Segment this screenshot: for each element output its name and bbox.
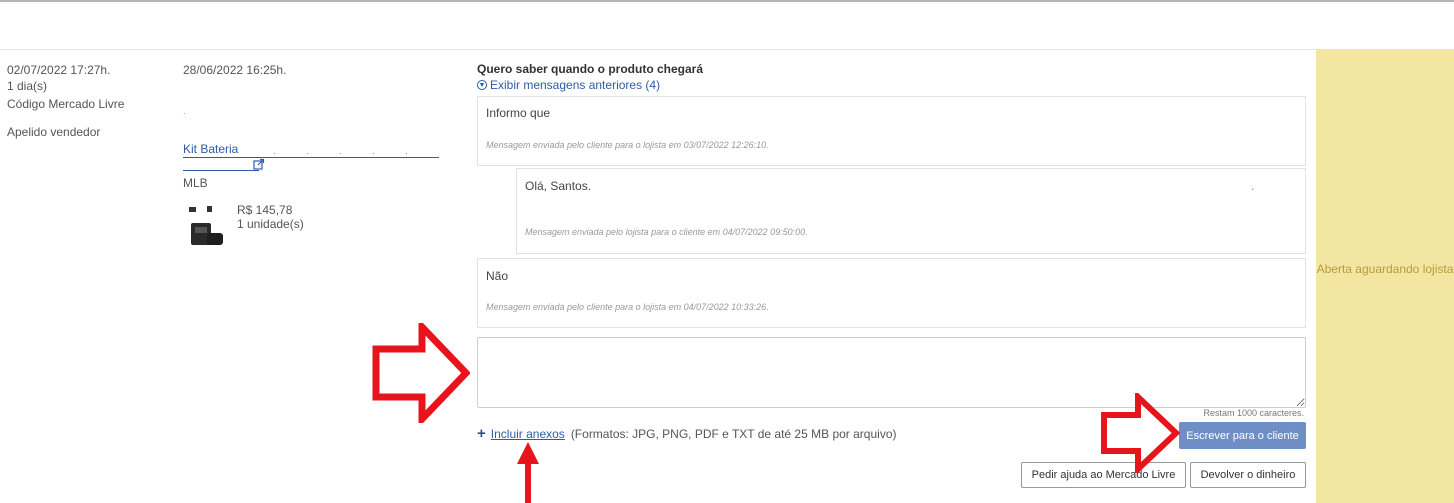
- purchase-info-column: 28/06/2022 16:25h. . Kit Bateria ····· M…: [183, 62, 439, 245]
- product-link-block[interactable]: Kit Bateria ·····: [183, 142, 439, 171]
- message-text: Olá, Santos.: [525, 179, 592, 193]
- arrow-up-icon: [517, 442, 539, 503]
- message-meta: Mensagem enviada pelo cliente para o loj…: [486, 140, 769, 150]
- message-meta: Mensagem enviada pelo lojista para o cli…: [525, 227, 808, 237]
- status-text: Aberta aguardando lojista: [1316, 262, 1454, 276]
- order-info-column: 02/07/2022 17:27h. 1 dia(s) Código Merca…: [7, 62, 124, 140]
- include-attachments-link[interactable]: Incluir anexos: [491, 427, 565, 441]
- attachment-formats-hint: (Formatos: JPG, PNG, PDF e TXT de até 25…: [570, 427, 897, 441]
- price-block: R$ 145,78 1 unidade(s): [237, 203, 304, 231]
- product-link-underline: [183, 157, 439, 158]
- message-client-1: Informo que Mensagem enviada pelo client…: [477, 96, 1306, 166]
- top-border: [0, 0, 1454, 2]
- reply-textarea[interactable]: [477, 337, 1306, 408]
- remaining-characters: Restam 1000 caracteres.: [1203, 408, 1304, 418]
- show-previous-label: Exibir mensagens anteriores (4): [490, 78, 661, 92]
- arrow-right-icon: [1101, 393, 1180, 473]
- seller-label: Apelido vendedor: [7, 125, 101, 139]
- message-client-2: Não Mensagem enviada pelo cliente para o…: [477, 258, 1306, 328]
- code-label: Código Mercado Livre: [7, 97, 125, 111]
- message-seller-1: Olá, Santos. . Mensagem enviada pelo loj…: [516, 168, 1306, 254]
- purchase-datetime: 28/06/2022 16:25h.: [183, 63, 287, 77]
- message-meta: Mensagem enviada pelo cliente para o loj…: [486, 302, 769, 312]
- claim-datetime: 02/07/2022 17:27h.: [7, 63, 111, 77]
- plus-icon[interactable]: +: [477, 426, 486, 441]
- refund-money-button[interactable]: Devolver o dinheiro: [1190, 462, 1306, 488]
- product-thumbnail[interactable]: [187, 203, 227, 249]
- site-code: MLB: [183, 176, 208, 190]
- arrow-right-icon: [372, 323, 470, 423]
- conversation-header: Quero saber quando o produto chegará ▼ E…: [477, 62, 1307, 92]
- chevron-circle-down-icon: ▼: [477, 80, 487, 90]
- message-text: Não: [486, 269, 509, 283]
- elapsed-time: 1 dia(s): [7, 79, 48, 93]
- code-value: .: [183, 106, 186, 117]
- status-column: Aberta aguardando lojista: [1316, 49, 1454, 503]
- external-link-icon[interactable]: [253, 158, 265, 170]
- message-text: Informo que: [486, 106, 551, 120]
- attachments-row: + Incluir anexos (Formatos: JPG, PNG, PD…: [477, 426, 897, 441]
- product-units: 1 unidade(s): [237, 217, 304, 231]
- conversation-subject: Quero saber quando o produto chegará: [477, 62, 704, 76]
- header-separator: [0, 49, 1316, 50]
- show-previous-messages[interactable]: ▼ Exibir mensagens anteriores (4): [477, 78, 1307, 92]
- message-trailing: .: [1251, 179, 1255, 193]
- product-price: R$ 145,78: [237, 203, 293, 217]
- write-to-client-button[interactable]: Escrever para o cliente: [1179, 422, 1306, 449]
- product-link-underline-2: [183, 170, 259, 171]
